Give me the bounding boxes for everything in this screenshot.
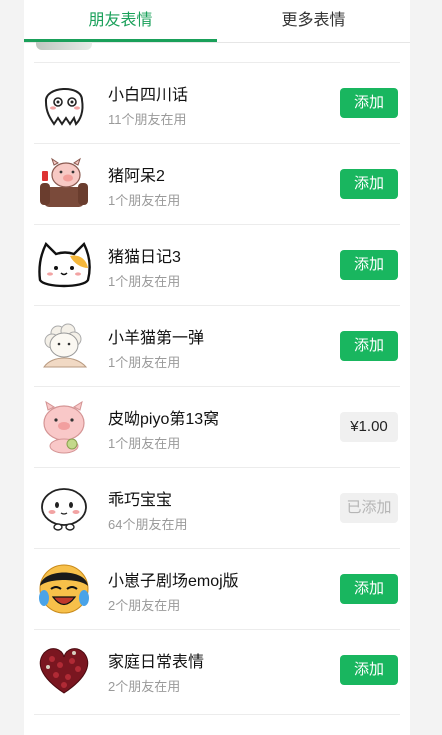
list-item[interactable]: 猪猫日记3 1个朋友在用 添加 — [24, 224, 410, 305]
sticker-store-panel: 朋友表情 更多表情 小白四川话 11个朋友在用 添加 猪阿呆2 1个朋友在用 添… — [24, 0, 410, 735]
add-button[interactable]: 添加 — [340, 655, 398, 685]
sticker-name: 小白四川话 — [108, 87, 189, 104]
added-button: 已添加 — [340, 493, 398, 523]
sheep-cat-sticker-icon — [34, 315, 94, 375]
add-button[interactable]: 添加 — [340, 88, 398, 118]
divider — [34, 305, 400, 306]
list-item[interactable]: 皮呦piyo第13窝 1个朋友在用 ¥1.00 — [24, 386, 410, 467]
friends-using-count: 11个朋友在用 — [108, 112, 187, 127]
list-item[interactable]: 小羊猫第一弹 1个朋友在用 添加 — [24, 305, 410, 386]
heart-roses-sticker-icon — [34, 639, 94, 699]
price-button[interactable]: ¥1.00 — [340, 412, 398, 442]
add-button[interactable]: 添加 — [340, 250, 398, 280]
white-blob-sticker-icon — [34, 72, 94, 132]
friends-using-count: 1个朋友在用 — [108, 193, 181, 208]
partial-sticker-thumbnail — [36, 42, 92, 50]
tab-more-stickers[interactable]: 更多表情 — [217, 0, 410, 42]
divider — [34, 224, 400, 225]
pig-on-sofa-sticker-icon — [34, 153, 94, 213]
white-baby-sticker-icon — [34, 477, 94, 537]
divider — [34, 714, 400, 715]
sticker-name: 小崽子剧场emoj版 — [108, 573, 239, 590]
list-item[interactable]: 家庭日常表情 2个朋友在用 添加 — [24, 629, 410, 710]
sticker-name: 小羊猫第一弹 — [108, 330, 205, 347]
add-button[interactable]: 添加 — [340, 574, 398, 604]
friends-using-count: 2个朋友在用 — [108, 598, 181, 613]
sticker-name: 家庭日常表情 — [108, 654, 205, 671]
tab-friends-stickers[interactable]: 朋友表情 — [24, 0, 217, 42]
pink-pig-sticker-icon — [34, 396, 94, 456]
sticker-name: 乖巧宝宝 — [108, 492, 173, 509]
divider — [34, 467, 400, 468]
friends-using-count: 64个朋友在用 — [108, 517, 188, 532]
sticker-name: 猪阿呆2 — [108, 168, 165, 185]
list-item[interactable]: 乖巧宝宝 64个朋友在用 已添加 — [24, 467, 410, 548]
list-item[interactable]: 小崽子剧场emoj版 2个朋友在用 添加 — [24, 548, 410, 629]
friends-using-count: 1个朋友在用 — [108, 355, 181, 370]
friends-using-count: 1个朋友在用 — [108, 274, 181, 289]
divider — [34, 548, 400, 549]
sticker-name: 皮呦piyo第13窝 — [108, 411, 220, 428]
list-item[interactable]: 猪阿呆2 1个朋友在用 添加 — [24, 143, 410, 224]
divider — [34, 143, 400, 144]
divider — [34, 629, 400, 630]
friends-using-count: 2个朋友在用 — [108, 679, 181, 694]
list-item[interactable]: 小白四川话 11个朋友在用 添加 — [24, 62, 410, 143]
divider — [34, 62, 400, 63]
divider — [34, 386, 400, 387]
cat-face-sticker-icon — [34, 234, 94, 294]
tab-bar: 朋友表情 更多表情 — [24, 0, 410, 43]
add-button[interactable]: 添加 — [340, 169, 398, 199]
friends-using-count: 1个朋友在用 — [108, 436, 181, 451]
laughing-tears-sticker-icon — [34, 558, 94, 618]
sticker-name: 猪猫日记3 — [108, 249, 181, 266]
add-button[interactable]: 添加 — [340, 331, 398, 361]
